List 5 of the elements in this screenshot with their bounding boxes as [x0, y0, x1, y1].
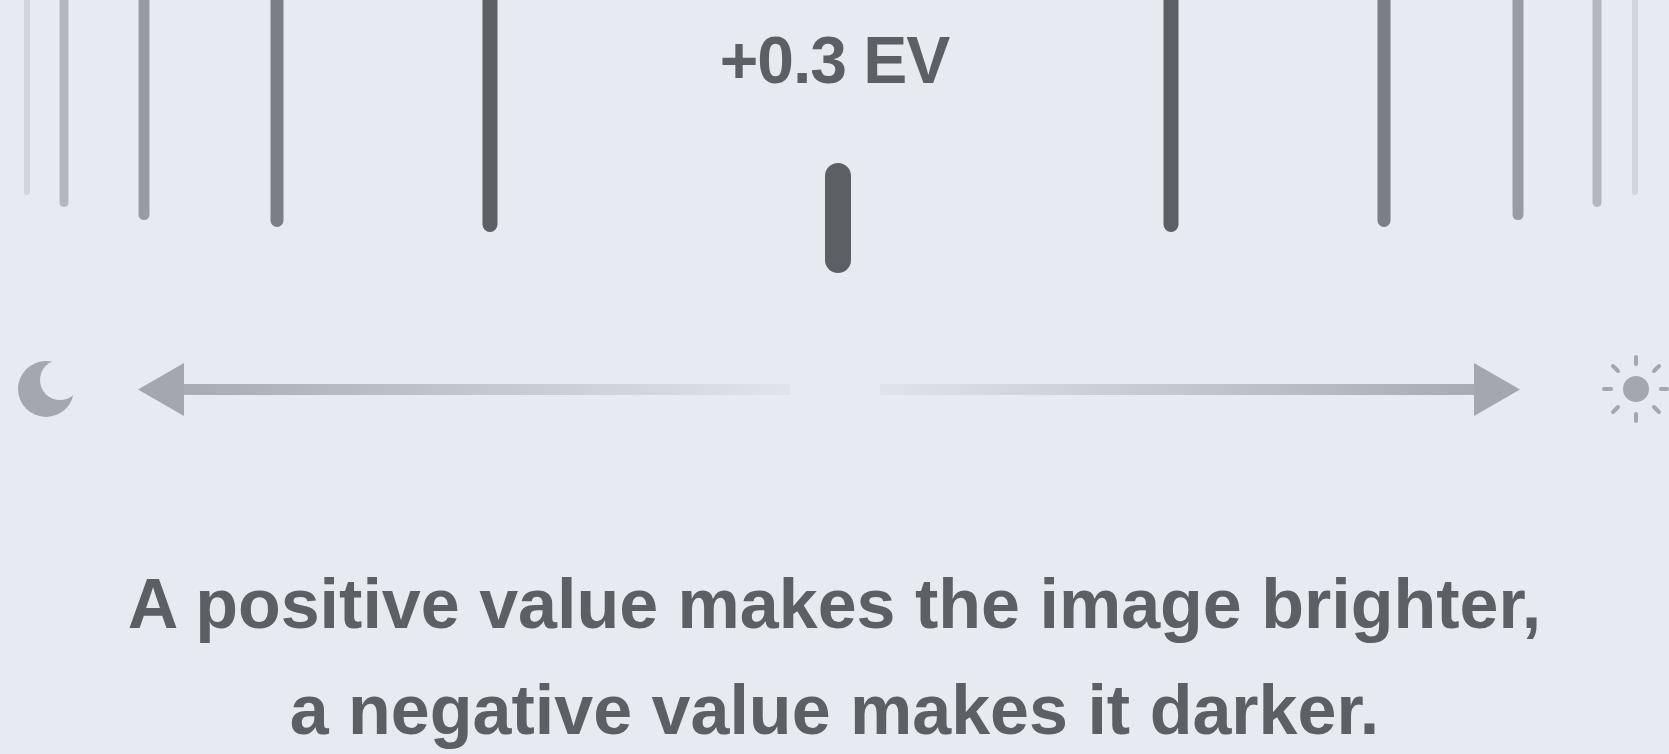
- sun-icon: [1602, 355, 1669, 423]
- exposure-value: +0.3 EV: [719, 22, 950, 98]
- moon-icon: [18, 361, 74, 417]
- slider-indicator[interactable]: [825, 163, 851, 273]
- caption-text: A positive value makes the image brighter, a negative value makes it darker.: [126, 564, 1543, 751]
